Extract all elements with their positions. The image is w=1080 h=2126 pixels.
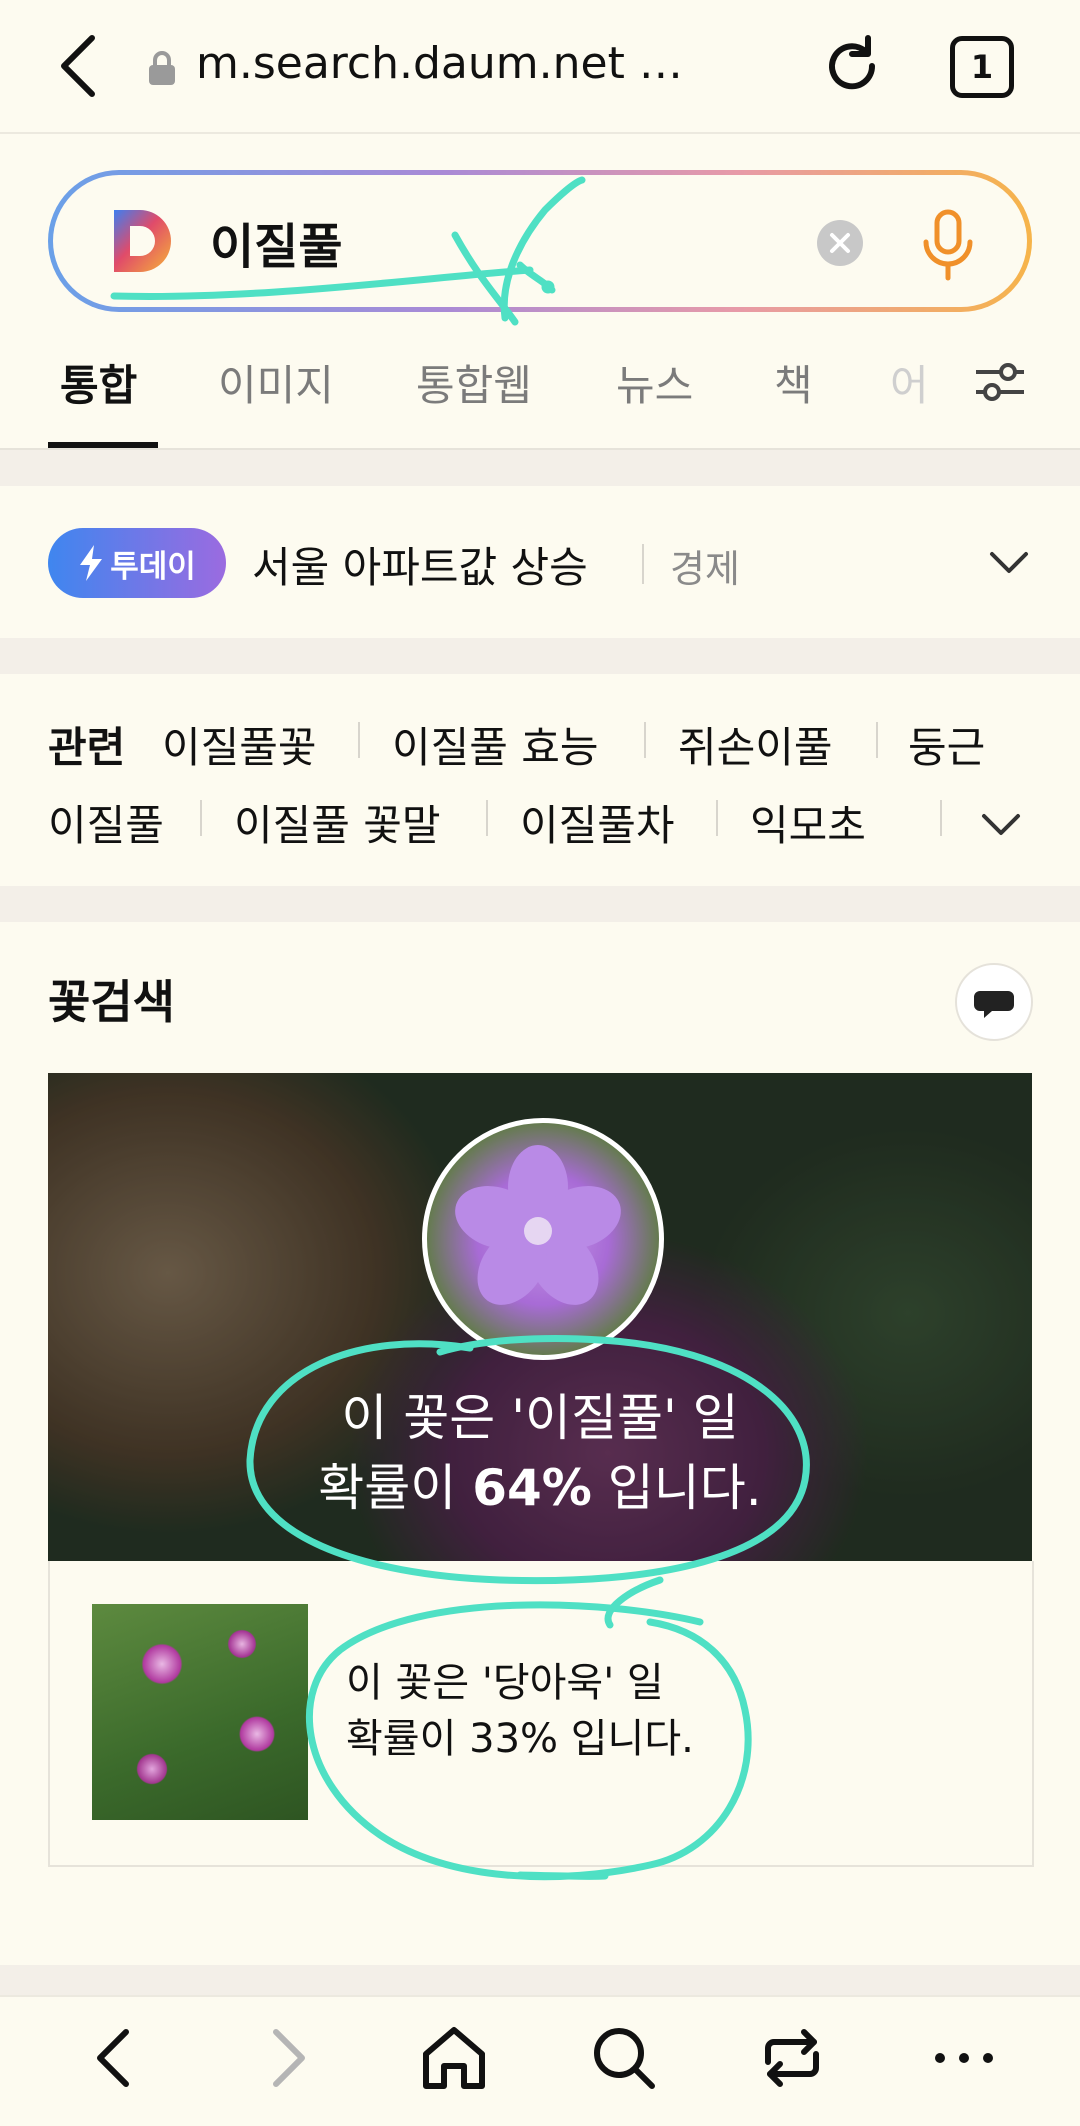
section-gap xyxy=(0,1965,1080,1995)
related-keyword[interactable]: 둥근 xyxy=(908,714,985,775)
feedback-button[interactable] xyxy=(955,963,1033,1041)
alternate-flower-image[interactable] xyxy=(92,1604,308,1820)
main-result-line1: 이 꽃은 '이질풀' 일 xyxy=(341,1389,739,1447)
related-keyword[interactable]: 익모초 xyxy=(750,792,866,853)
main-result-percent: 64% xyxy=(472,1459,592,1517)
section-title: 꽃검색 xyxy=(48,975,175,1029)
browser-bottom-toolbar xyxy=(0,1995,1080,2126)
divider xyxy=(358,722,360,758)
divider xyxy=(200,800,202,836)
more-options-icon[interactable] xyxy=(924,2018,1004,2098)
tab-more[interactable]: 어 xyxy=(890,352,929,413)
switch-tabs-icon[interactable] xyxy=(752,2018,832,2098)
lock-icon xyxy=(146,50,178,86)
today-badge: 투데이 xyxy=(48,528,226,598)
main-result-line2: 확률이 64% 입니다. xyxy=(48,1448,1032,1520)
main-result-prefix: 확률이 xyxy=(318,1459,473,1517)
divider xyxy=(716,800,718,836)
alt-result-line1: 이 꽃은 '당아욱' 일 xyxy=(346,1660,664,1706)
today-headline[interactable]: 서울 아파트값 상승 xyxy=(252,534,588,595)
related-keyword[interactable]: 이질풀차 xyxy=(520,792,675,853)
divider xyxy=(642,544,644,584)
daum-logo-icon xyxy=(108,206,178,276)
back-icon[interactable] xyxy=(76,2018,156,2098)
back-icon[interactable] xyxy=(50,28,110,104)
clear-icon[interactable] xyxy=(816,219,864,267)
microphone-icon[interactable] xyxy=(918,208,978,284)
matched-flower-image[interactable] xyxy=(422,1118,664,1360)
related-card xyxy=(0,674,1080,886)
tab-books[interactable]: 책 xyxy=(774,352,813,413)
divider xyxy=(644,722,646,758)
tab-web[interactable]: 통합웹 xyxy=(416,352,532,413)
section-gap xyxy=(0,450,1080,486)
divider xyxy=(940,800,942,836)
today-category: 경제 xyxy=(670,547,740,591)
chevron-down-icon[interactable] xyxy=(986,540,1032,586)
reload-icon[interactable] xyxy=(816,30,888,102)
related-keyword[interactable]: 쥐손이풀 xyxy=(678,714,833,775)
alt-result-line2: 확률이 33% 입니다. xyxy=(346,1716,694,1762)
today-badge-label: 투데이 xyxy=(110,548,196,585)
related-label: 관련 xyxy=(48,723,126,772)
related-keyword[interactable]: 이질풀 xyxy=(48,792,164,853)
url-text[interactable]: m.search.daum.net … xyxy=(196,38,683,89)
home-icon[interactable] xyxy=(414,2018,494,2098)
tab-images[interactable]: 이미지 xyxy=(218,352,334,413)
tab-count-button[interactable]: 1 xyxy=(950,36,1014,98)
related-keyword[interactable]: 이질풀꽃 xyxy=(162,714,317,775)
divider xyxy=(876,722,878,758)
main-result-suffix: 입니다. xyxy=(591,1459,762,1517)
tab-count: 1 xyxy=(970,48,994,86)
divider xyxy=(486,800,488,836)
forward-icon[interactable] xyxy=(246,2018,326,2098)
related-keyword[interactable]: 이질풀 효능 xyxy=(392,714,599,775)
related-keyword[interactable]: 이질풀 꽃말 xyxy=(234,792,441,853)
search-icon[interactable] xyxy=(584,2018,664,2098)
section-gap xyxy=(0,638,1080,674)
lightning-icon xyxy=(80,545,103,581)
tab-all[interactable]: 통합 xyxy=(60,352,137,413)
chat-bubble-icon xyxy=(974,991,1014,1018)
section-gap xyxy=(0,886,1080,922)
chevron-down-icon[interactable] xyxy=(978,802,1024,848)
filter-settings-icon[interactable] xyxy=(972,354,1028,410)
search-input[interactable]: 이질풀 xyxy=(210,207,342,277)
tab-news[interactable]: 뉴스 xyxy=(616,352,693,413)
search-box[interactable] xyxy=(48,170,1032,312)
active-tab-indicator xyxy=(48,442,158,448)
